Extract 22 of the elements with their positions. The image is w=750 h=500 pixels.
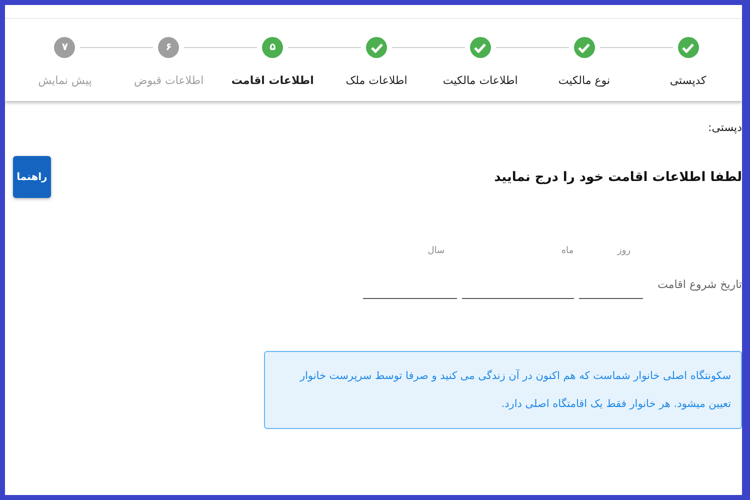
help-button[interactable]: راهنما	[13, 156, 51, 198]
step-label: اطلاعات ملک	[346, 74, 408, 87]
check-icon	[370, 42, 382, 52]
check-icon	[682, 42, 694, 52]
section-heading: لطفا اطلاعات اقامت خود را درج نمایید	[494, 170, 742, 184]
field-label: ماه	[561, 246, 574, 256]
field-label: تاریخ شروع اقامت	[658, 278, 742, 291]
step-number: ۷	[62, 42, 68, 53]
field-label: سال	[428, 246, 445, 256]
check-icon	[578, 42, 590, 52]
info-box: سکونتگاه اصلی خانوار شماست که هم اکنون در آن زندگی می کنید و صرفا توسط سرپرست خانوار تعیین میشود. هر خانوار فقط یک اقامتگاه اصلی دارد.	[264, 351, 742, 429]
step-number: ۵	[270, 42, 276, 53]
step-label: پیش نمایش	[38, 74, 92, 87]
step-label: اطلاعات اقامت	[231, 74, 314, 87]
check-icon	[474, 42, 486, 52]
step-label: کدپستی	[670, 74, 706, 87]
step-label: نوع مالکیت	[558, 74, 610, 87]
step-label: اطلاعات قبوض	[134, 74, 204, 87]
step-number: ۶	[166, 42, 172, 53]
step-label: اطلاعات مالکیت	[442, 74, 518, 87]
field-label: روز	[618, 246, 631, 256]
postal-code-label: دپستی:	[707, 121, 742, 134]
